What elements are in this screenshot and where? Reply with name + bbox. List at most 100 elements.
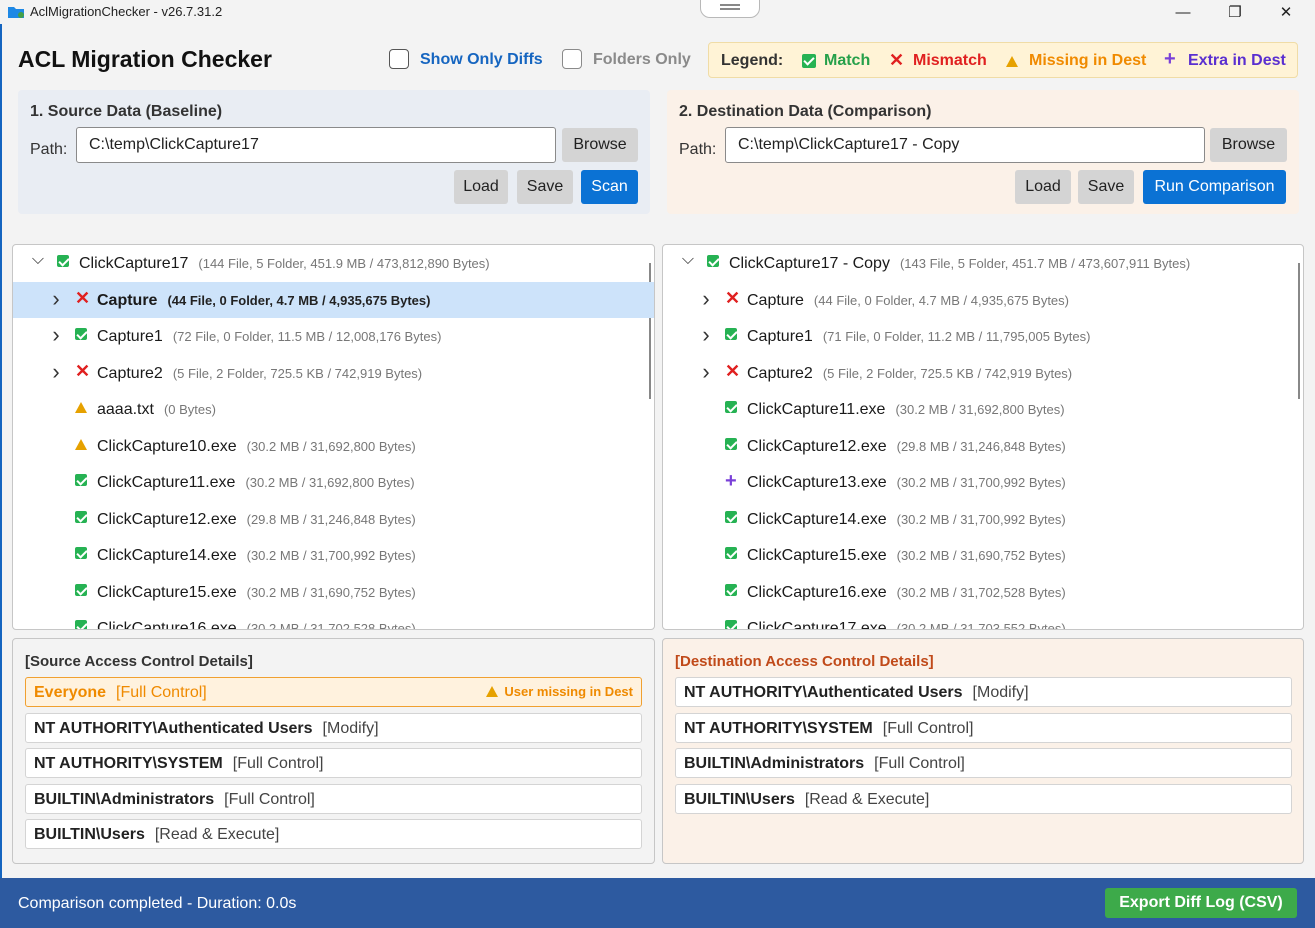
tree-row[interactable]: ClickCapture12.exe (29.8 MB / 31,246,848 …: [663, 428, 1303, 464]
acl-principal: Everyone [Full Control]: [34, 684, 207, 702]
acl-entry[interactable]: BUILTIN\Administrators [Full Control]: [25, 783, 642, 814]
acl-entry[interactable]: Everyone [Full Control] User missing in De…: [25, 677, 642, 707]
item-name: ClickCapture12.exe: [747, 437, 887, 455]
tree-item-name: ClickCapture16.exe (30.2 MB / 31,702,528 …: [97, 620, 416, 630]
acl-entry[interactable]: NT AUTHORITY\SYSTEM [Full Control]: [675, 712, 1292, 743]
source-load-button[interactable]: Load: [454, 170, 508, 204]
legend: Legend: Match ✕ Mismatch Missing in Dest…: [708, 42, 1298, 78]
status-icon: [75, 620, 89, 629]
chevron-down-icon[interactable]: ⌵: [31, 251, 45, 269]
snap-handle[interactable]: [700, 0, 760, 18]
tree-item-name: Capture (44 File, 0 Folder, 4.7 MB / 4,93…: [747, 292, 1069, 310]
match-icon: [725, 620, 737, 629]
source-browse-button[interactable]: Browse: [562, 128, 638, 162]
chevron-right-icon[interactable]: ›: [49, 322, 63, 348]
run-comparison-button[interactable]: Run Comparison: [1143, 170, 1286, 204]
tree-item-name: Capture (44 File, 0 Folder, 4.7 MB / 4,93…: [97, 292, 430, 310]
dest-path-input[interactable]: C:\temp\ClickCapture17 - Copy: [725, 127, 1205, 163]
source-panel: 1. Source Data (Baseline) Path: C:\temp\…: [18, 90, 650, 214]
item-size-info: (30.2 MB / 31,702,528 Bytes): [246, 621, 416, 630]
show-only-diffs-label[interactable]: Show Only Diffs: [420, 51, 543, 69]
tree-item-name: ClickCapture12.exe (29.8 MB / 31,246,848 …: [747, 438, 1066, 456]
chevron-right-icon[interactable]: ›: [49, 359, 63, 385]
restore-button[interactable]: ❐: [1212, 0, 1258, 24]
tree-row[interactable]: ClickCapture15.exe (30.2 MB / 31,690,752 …: [663, 537, 1303, 573]
chevron-right-icon[interactable]: ›: [699, 286, 713, 312]
tree-item-name: ClickCapture13.exe (30.2 MB / 31,700,992 …: [747, 474, 1066, 492]
status-icon: [75, 474, 89, 488]
acl-entry[interactable]: NT AUTHORITY\Authenticated Users [Modify]: [25, 712, 642, 743]
tree-item-name: Capture1 (72 File, 0 Folder, 11.5 MB / 12…: [97, 328, 441, 346]
acl-principal: NT AUTHORITY\SYSTEM [Full Control]: [34, 755, 323, 773]
principal-name: BUILTIN\Administrators: [34, 790, 215, 808]
tree-row[interactable]: › ✕ Capture (44 File, 0 Folder, 4.7 MB / 4,…: [13, 281, 654, 318]
acl-entry[interactable]: NT AUTHORITY\Authenticated Users [Modify]: [675, 677, 1292, 707]
tree-row[interactable]: ClickCapture14.exe (30.2 MB / 31,700,992 …: [13, 537, 654, 573]
chevron-right-icon[interactable]: ›: [699, 322, 713, 348]
chevron-down-icon[interactable]: ⌵: [681, 251, 695, 269]
acl-permission: [Full Control]: [874, 755, 965, 772]
tree-row[interactable]: + ClickCapture13.exe (30.2 MB / 31,700,992…: [663, 464, 1303, 500]
acl-principal: NT AUTHORITY\Authenticated Users [Modify]: [684, 684, 1029, 702]
plus-icon: +: [1164, 48, 1176, 70]
tree-row[interactable]: ClickCapture11.exe (30.2 MB / 31,692,800 …: [663, 391, 1303, 427]
folders-only-label[interactable]: Folders Only: [593, 51, 691, 69]
acl-permission: [Modify]: [972, 684, 1029, 701]
tree-row[interactable]: › ✕ Capture (44 File, 0 Folder, 4.7 MB / 4,…: [663, 282, 1303, 318]
source-path-input[interactable]: C:\temp\ClickCapture17: [76, 127, 556, 163]
tree-item-name: Capture2 (5 File, 2 Folder, 725.5 KB / 74…: [747, 365, 1072, 383]
export-diff-log-button[interactable]: Export Diff Log (CSV): [1105, 888, 1297, 918]
tree-row[interactable]: ClickCapture14.exe (30.2 MB / 31,700,992 …: [663, 501, 1303, 537]
dest-panel: 2. Destination Data (Comparison) Path: C…: [667, 90, 1299, 214]
item-name: Capture: [747, 291, 804, 309]
item-name: ClickCapture15.exe: [97, 583, 237, 601]
match-icon: [75, 510, 87, 523]
chevron-right-icon[interactable]: ›: [49, 286, 63, 312]
scan-button[interactable]: Scan: [581, 170, 638, 204]
item-size-info: (30.2 MB / 31,702,528 Bytes): [896, 584, 1066, 600]
folders-only-checkbox[interactable]: [562, 49, 582, 69]
tree-row[interactable]: ClickCapture17.exe (30.2 MB / 31,703,552 …: [663, 610, 1303, 629]
tree-row[interactable]: › ✕ Capture2 (5 File, 2 Folder, 725.5 KB / …: [663, 355, 1303, 391]
show-only-diffs-checkbox[interactable]: [389, 49, 409, 69]
item-size-info: (30.2 MB / 31,692,800 Bytes): [246, 438, 416, 454]
item-name: Capture1: [747, 328, 813, 345]
app-title: ACL Migration Checker: [18, 46, 272, 72]
mismatch-icon: ✕: [75, 360, 91, 381]
tree-row[interactable]: ClickCapture15.exe (30.2 MB / 31,690,752 …: [13, 574, 654, 610]
item-name: Capture2: [747, 364, 813, 382]
tree-item-name: ClickCapture17 (144 File, 5 Folder, 451.9…: [79, 255, 490, 273]
tree-row[interactable]: ClickCapture10.exe (30.2 MB / 31,692,800 …: [13, 428, 654, 464]
tree-row[interactable]: ⌵ ClickCapture17 (144 File, 5 Folder, 451.…: [13, 245, 654, 281]
tree-row[interactable]: aaaa.txt (0 Bytes): [13, 391, 654, 427]
item-name: ClickCapture11.exe: [97, 474, 236, 491]
principal-name: BUILTIN\Users: [34, 826, 145, 843]
acl-entry[interactable]: BUILTIN\Users [Read & Execute]: [675, 783, 1292, 814]
status-icon: [725, 401, 739, 415]
minimize-button[interactable]: —: [1160, 0, 1206, 24]
chevron-right-icon[interactable]: ›: [699, 359, 713, 385]
status-icon: [57, 255, 71, 269]
close-button[interactable]: ✕: [1263, 0, 1309, 24]
dest-load-button[interactable]: Load: [1015, 170, 1071, 204]
tree-item-name: aaaa.txt (0 Bytes): [97, 401, 216, 419]
tree-row[interactable]: › Capture1 (72 File, 0 Folder, 11.5 MB / 1…: [13, 318, 654, 354]
tree-row[interactable]: ClickCapture11.exe (30.2 MB / 31,692,800 …: [13, 464, 654, 500]
tree-row[interactable]: › Capture1 (71 File, 0 Folder, 11.2 MB / 1…: [663, 318, 1303, 354]
tree-row[interactable]: ClickCapture16.exe (30.2 MB / 31,702,528 …: [13, 610, 654, 630]
acl-principal: NT AUTHORITY\SYSTEM [Full Control]: [684, 720, 973, 738]
source-save-button[interactable]: Save: [517, 170, 573, 204]
dest-save-button[interactable]: Save: [1078, 170, 1134, 204]
acl-entry[interactable]: BUILTIN\Users [Read & Execute]: [25, 819, 642, 849]
tree-row[interactable]: ClickCapture12.exe (29.8 MB / 31,246,848 …: [13, 501, 654, 537]
tree-row[interactable]: ClickCapture16.exe (30.2 MB / 31,702,528 …: [663, 574, 1303, 610]
tree-item-name: ClickCapture15.exe (30.2 MB / 31,690,752 …: [97, 584, 416, 602]
window-title: AclMigrationChecker - v26.7.31.2: [30, 4, 223, 19]
acl-entry[interactable]: BUILTIN\Administrators [Full Control]: [675, 748, 1292, 778]
item-size-info: (0 Bytes): [163, 402, 216, 417]
tree-row[interactable]: ⌵ ClickCapture17 - Copy (143 File, 5 Folde…: [663, 245, 1303, 281]
acl-principal: BUILTIN\Users [Read & Execute]: [684, 791, 929, 809]
dest-browse-button[interactable]: Browse: [1210, 128, 1287, 162]
tree-row[interactable]: › ✕ Capture2 (5 File, 2 Folder, 725.5 KB / …: [13, 355, 654, 391]
acl-entry[interactable]: NT AUTHORITY\SYSTEM [Full Control]: [25, 748, 642, 778]
